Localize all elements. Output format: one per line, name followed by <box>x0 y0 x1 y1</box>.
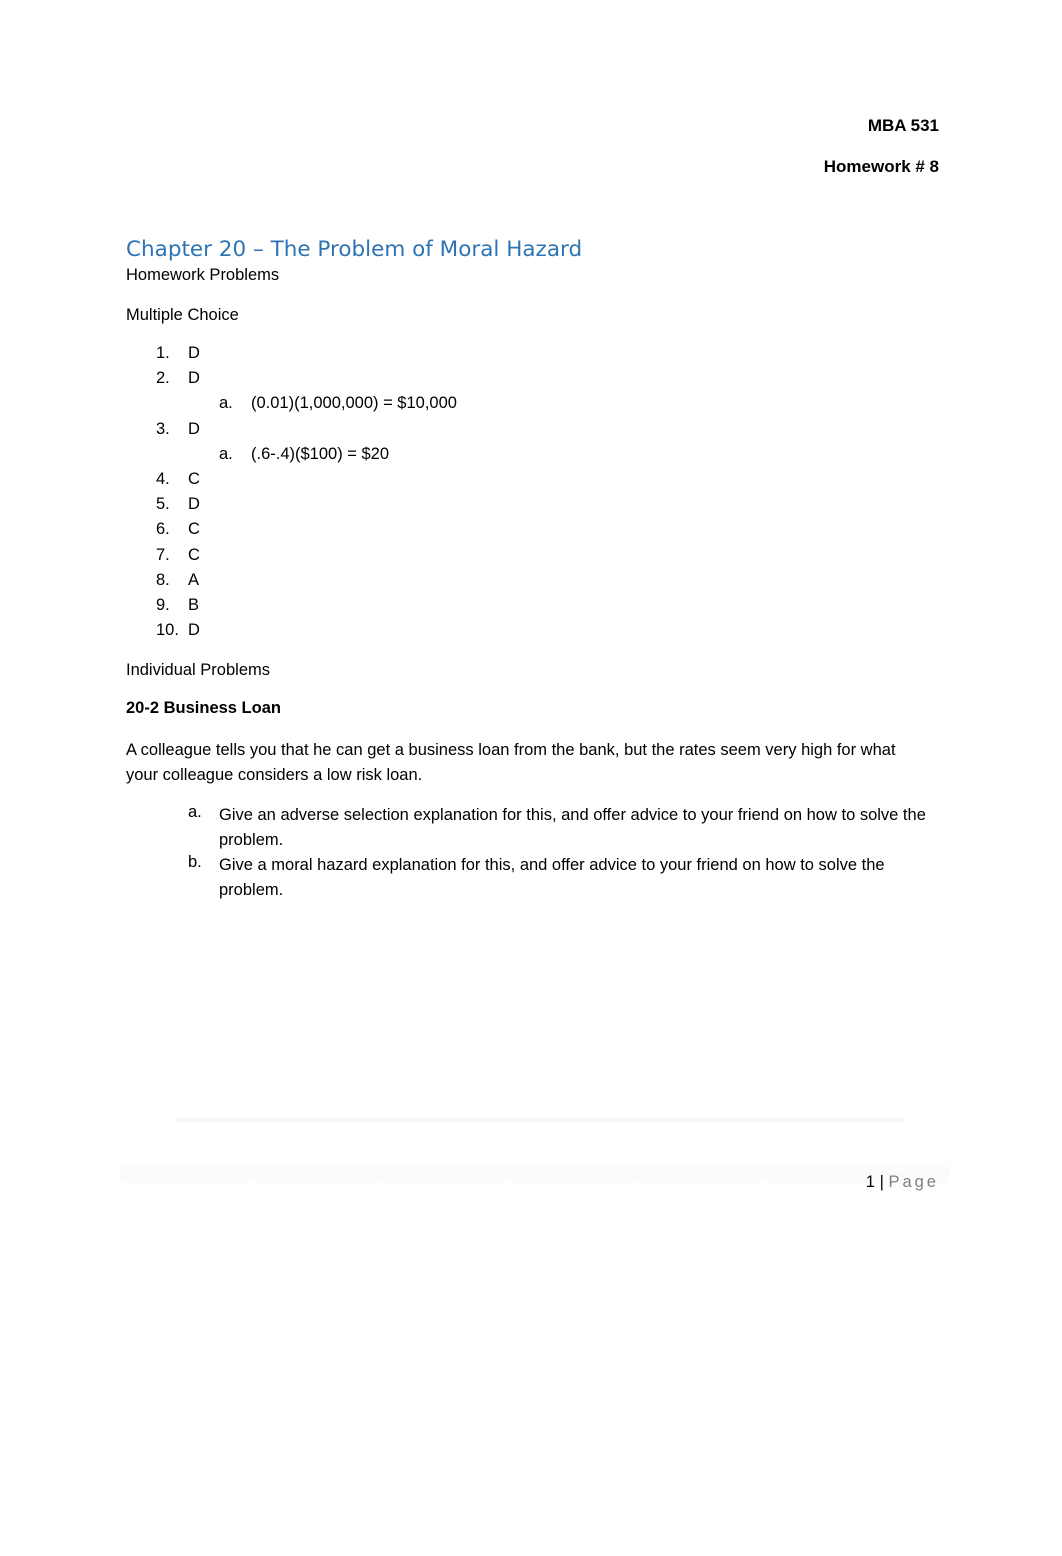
problem-title: 20-2 Business Loan <box>126 699 281 717</box>
sub-item-label: a. <box>219 394 233 412</box>
item-number: 6. <box>156 520 170 538</box>
item-answer: C <box>188 470 200 488</box>
page-footer: 1 | Page <box>866 1173 939 1192</box>
part-text: Give a moral hazard explanation for this… <box>219 856 885 899</box>
individual-problems-heading: Individual Problems <box>126 661 270 679</box>
part-label: b. <box>188 853 202 871</box>
item-number: 4. <box>156 470 170 488</box>
assignment-number: Homework # 8 <box>823 157 939 176</box>
course-code: MBA 531 <box>867 116 939 135</box>
item-answer: D <box>188 420 200 438</box>
multiple-choice-heading: Multiple Choice <box>126 306 239 324</box>
section-subtitle: Homework Problems <box>126 266 280 284</box>
item-number: 3. <box>156 420 170 438</box>
item-number: 5. <box>156 495 170 513</box>
footer-separator: | <box>879 1173 884 1191</box>
item-answer: C <box>188 520 200 538</box>
item-answer: D <box>188 495 200 513</box>
document-page: MBA 531 Homework # 8 Chapter 20 – The Pr… <box>0 0 1062 1556</box>
blurred-content <box>175 1117 905 1123</box>
chapter-title: Chapter 20 – The Problem of Moral Hazard <box>126 237 583 262</box>
page-label: Page <box>888 1173 939 1191</box>
part-text: Give an adverse selection explanation fo… <box>219 806 926 849</box>
sub-item-label: a. <box>219 445 233 463</box>
item-number: 9. <box>156 596 170 614</box>
part-label: a. <box>188 803 202 821</box>
blurred-content <box>120 1160 950 1188</box>
item-number: 2. <box>156 369 170 387</box>
problem-prompt: A colleague tells you that he can get a … <box>126 741 896 784</box>
sub-item-calculation: (0.01)(1,000,000) = $10,000 <box>251 394 457 412</box>
item-answer: A <box>188 571 200 589</box>
item-answer: B <box>188 596 200 614</box>
item-answer: D <box>188 621 200 639</box>
item-answer: D <box>188 369 200 387</box>
item-answer: C <box>188 546 200 564</box>
item-number: 1. <box>156 344 170 362</box>
item-number: 10. <box>156 621 179 639</box>
item-number: 8. <box>156 571 170 589</box>
item-answer: D <box>188 344 200 362</box>
item-number: 7. <box>156 546 170 564</box>
sub-item-calculation: (.6-.4)($100) = $20 <box>251 445 390 463</box>
page-number: 1 <box>865 1173 875 1191</box>
